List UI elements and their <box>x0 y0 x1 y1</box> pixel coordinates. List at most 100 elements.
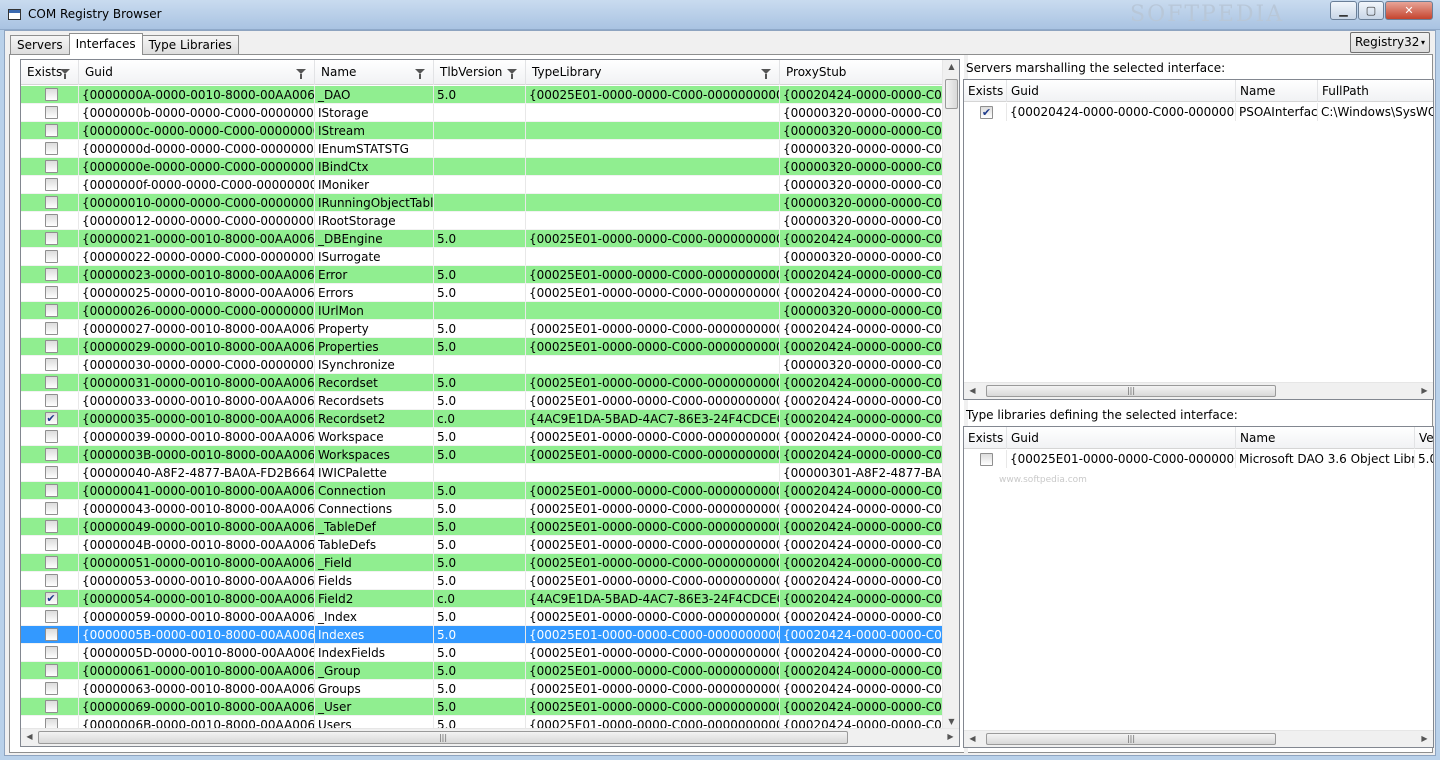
scroll-right-icon[interactable]: ▶ <box>1416 734 1433 743</box>
grid-horizontal-scrollbar[interactable]: ◀ ||| ▶ <box>21 728 959 746</box>
tab-interfaces[interactable]: Interfaces <box>68 33 143 55</box>
exists-checkbox[interactable] <box>44 448 58 461</box>
exists-checkbox[interactable]: ✔ <box>980 105 993 119</box>
tab-servers[interactable]: Servers <box>10 35 70 55</box>
table-row[interactable]: {00000053-0000-0010-8000-00AA006D2EA4}Fi… <box>21 572 942 590</box>
exists-checkbox[interactable] <box>44 142 58 155</box>
maximize-button[interactable]: ▢ <box>1358 1 1384 20</box>
table-row[interactable]: {00000031-0000-0010-8000-00AA006D2EA4}Re… <box>21 374 942 392</box>
exists-checkbox[interactable] <box>44 250 58 263</box>
table-row[interactable]: {0000000f-0000-0000-C000-000000000046}IM… <box>21 176 942 194</box>
table-row[interactable]: {00000059-0000-0010-8000-00AA006D2EA4}_I… <box>21 608 942 626</box>
table-row[interactable]: {00000041-0000-0010-8000-00AA006D2EA4}Co… <box>21 482 942 500</box>
col-header-guid[interactable]: Guid <box>79 60 315 85</box>
scroll-down-icon[interactable]: ▼ <box>943 717 959 726</box>
exists-checkbox[interactable] <box>44 88 58 101</box>
table-row[interactable]: {00000012-0000-0000-C000-000000000046}IR… <box>21 212 942 230</box>
table-row[interactable]: ✔ {00020424-0000-0000-C000-000000000046}… <box>964 103 1433 121</box>
servers-grid[interactable]: Exists Guid Name FullPath ✔ {00020424-00… <box>963 79 1434 400</box>
table-row[interactable]: {00000023-0000-0010-8000-00AA006D2EA4}Er… <box>21 266 942 284</box>
exists-checkbox[interactable] <box>44 502 58 515</box>
col-header-name[interactable]: Name <box>1236 427 1415 449</box>
grid-vertical-scrollbar[interactable]: ▲ ▼ <box>942 60 959 728</box>
exists-checkbox[interactable] <box>44 196 58 209</box>
exists-checkbox[interactable] <box>44 646 58 659</box>
table-row[interactable]: {00000029-0000-0010-8000-00AA006D2EA4}Pr… <box>21 338 942 356</box>
exists-checkbox[interactable] <box>44 682 58 695</box>
table-row[interactable]: {0000000A-0000-0010-8000-00AA006D2EA4}_D… <box>21 86 942 104</box>
table-row[interactable]: {00000030-0000-0000-C000-000000000046}IS… <box>21 356 942 374</box>
minimize-button[interactable]: ▁ <box>1330 1 1357 20</box>
table-row[interactable]: {0000005B-0000-0010-8000-00AA006D2EA4}In… <box>21 626 942 644</box>
table-row[interactable]: ✔ {00000035-0000-0010-8000-00AA006D2EA4}R… <box>21 410 942 428</box>
exists-checkbox[interactable] <box>44 610 58 623</box>
exists-checkbox[interactable] <box>44 430 58 443</box>
table-row[interactable]: {00000010-0000-0000-C000-000000000046}IR… <box>21 194 942 212</box>
col-header-tlbversion[interactable]: TlbVersion <box>434 60 526 85</box>
table-row[interactable]: {00000027-0000-0010-8000-00AA006D2EA4}Pr… <box>21 320 942 338</box>
col-header-proxystub[interactable]: ProxyStub <box>780 60 942 85</box>
exists-checkbox[interactable] <box>44 358 58 371</box>
exists-checkbox[interactable] <box>44 340 58 353</box>
exists-checkbox[interactable]: ✔ <box>44 592 58 605</box>
table-row[interactable]: {0000000b-0000-0000-C000-000000000046}IS… <box>21 104 942 122</box>
scroll-up-icon[interactable]: ▲ <box>943 62 959 71</box>
col-header-guid[interactable]: Guid <box>1007 80 1236 102</box>
scroll-right-icon[interactable]: ▶ <box>942 732 959 741</box>
filter-icon[interactable] <box>761 69 771 79</box>
exists-checkbox[interactable] <box>44 718 58 728</box>
interfaces-grid[interactable]: Exists Guid Name TlbVersion TypeLibrary … <box>20 59 960 747</box>
col-header-name[interactable]: Name <box>1236 80 1318 102</box>
scroll-left-icon[interactable]: ◀ <box>964 386 981 395</box>
exists-checkbox[interactable] <box>44 466 58 479</box>
filter-icon[interactable] <box>60 69 70 79</box>
col-header-exists[interactable]: Exists <box>21 60 79 85</box>
table-row[interactable]: {00000021-0000-0010-8000-00AA006D2EA4}_D… <box>21 230 942 248</box>
col-header-typelibrary[interactable]: TypeLibrary <box>526 60 780 85</box>
servers-horizontal-scrollbar[interactable]: ◀ ||| ▶ <box>964 382 1433 399</box>
exists-checkbox[interactable] <box>44 106 58 119</box>
col-header-version[interactable]: Ve <box>1415 427 1433 449</box>
col-header-name[interactable]: Name <box>315 60 434 85</box>
scroll-left-icon[interactable]: ◀ <box>964 734 981 743</box>
filter-icon[interactable] <box>507 69 517 79</box>
table-row[interactable]: {0000004B-0000-0010-8000-00AA006D2EA4}Ta… <box>21 536 942 554</box>
col-header-exists[interactable]: Exists <box>964 80 1007 102</box>
exists-checkbox[interactable] <box>44 178 58 191</box>
table-row[interactable]: {00000022-0000-0000-C000-000000000046}IS… <box>21 248 942 266</box>
table-row[interactable]: {00000063-0000-0010-8000-00AA006D2EA4}Gr… <box>21 680 942 698</box>
exists-checkbox[interactable] <box>44 160 58 173</box>
registry-select[interactable]: Registry32 ▾ <box>1350 32 1430 53</box>
table-row[interactable]: {00000043-0000-0010-8000-00AA006D2EA4}Co… <box>21 500 942 518</box>
col-header-fullpath[interactable]: FullPath <box>1318 80 1433 102</box>
table-row[interactable]: {0000000d-0000-0000-C000-000000000046}IE… <box>21 140 942 158</box>
filter-icon[interactable] <box>296 69 306 79</box>
tab-type-libraries[interactable]: Type Libraries <box>141 35 239 55</box>
exists-checkbox[interactable] <box>44 664 58 677</box>
close-button[interactable]: ✕ <box>1385 1 1433 20</box>
col-header-guid[interactable]: Guid <box>1007 427 1236 449</box>
exists-checkbox[interactable] <box>980 452 993 466</box>
exists-checkbox[interactable] <box>44 538 58 551</box>
table-row[interactable]: {0000006B-0000-0010-8000-00AA006D2EA4}Us… <box>21 716 942 728</box>
table-row[interactable]: {00000039-0000-0010-8000-00AA006D2EA4}Wo… <box>21 428 942 446</box>
typelib-grid[interactable]: Exists Guid Name Ve {00025E01-0000-0000-… <box>963 426 1434 748</box>
exists-checkbox[interactable] <box>44 124 58 137</box>
exists-checkbox[interactable] <box>44 556 58 569</box>
exists-checkbox[interactable] <box>44 574 58 587</box>
table-row[interactable]: {0000000e-0000-0000-C000-000000000046}IB… <box>21 158 942 176</box>
table-row[interactable]: {0000000c-0000-0000-C000-000000000046}IS… <box>21 122 942 140</box>
scroll-right-icon[interactable]: ▶ <box>1416 386 1433 395</box>
exists-checkbox[interactable] <box>44 286 58 299</box>
scroll-left-icon[interactable]: ◀ <box>21 732 38 741</box>
typelib-horizontal-scrollbar[interactable]: ◀ ||| ▶ <box>964 730 1433 747</box>
scroll-thumb[interactable]: ||| <box>986 733 1276 745</box>
table-row[interactable]: {00000049-0000-0010-8000-00AA006D2EA4}_T… <box>21 518 942 536</box>
table-row[interactable]: {00000026-0000-0000-C000-000000000046}IU… <box>21 302 942 320</box>
exists-checkbox[interactable] <box>44 394 58 407</box>
table-row[interactable]: {00000033-0000-0010-8000-00AA006D2EA4}Re… <box>21 392 942 410</box>
table-row[interactable]: {00000040-A8F2-4877-BA0A-FD2B6645FB94}IW… <box>21 464 942 482</box>
scroll-thumb[interactable] <box>945 79 958 109</box>
table-row[interactable]: {0000005D-0000-0010-8000-00AA006D2EA4}In… <box>21 644 942 662</box>
exists-checkbox[interactable] <box>44 520 58 533</box>
